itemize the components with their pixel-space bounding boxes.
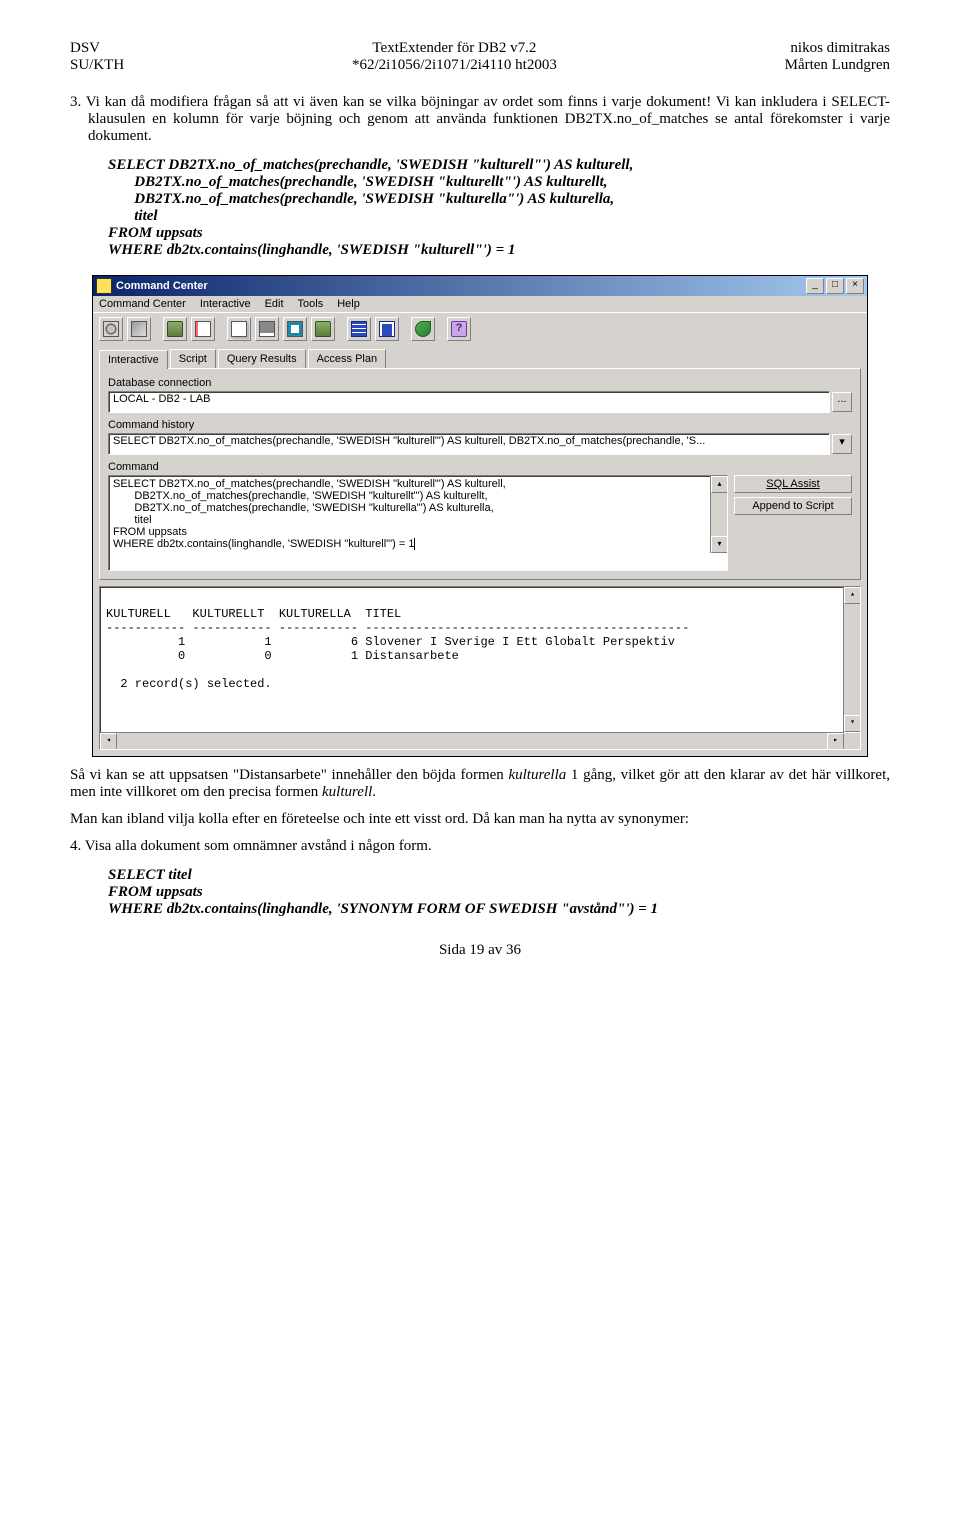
tb-btn-8[interactable] [311,317,335,341]
menu-help[interactable]: Help [337,298,360,310]
tree-icon [287,321,303,337]
tab-interactive[interactable]: Interactive [99,350,168,369]
tb-btn-7[interactable] [283,317,307,341]
titlebar[interactable]: Command Center _ □ × [93,276,867,296]
res-scroll-left-icon[interactable]: ◂ [100,733,117,750]
menu-tools[interactable]: Tools [298,298,324,310]
menu-interactive[interactable]: Interactive [200,298,251,310]
append-to-script-button[interactable]: Append to Script [734,497,852,515]
menu-command-center[interactable]: Command Center [99,298,186,310]
tb-btn-5[interactable] [227,317,251,341]
help-icon: ? [451,321,467,337]
app-icon [96,278,112,294]
gear-icon [103,321,119,337]
toolbar: ? [93,312,867,345]
paragraph-2: Så vi kan se att uppsatsen "Distansarbet… [70,767,890,801]
results-hscrollbar[interactable]: ◂▸ [100,732,844,749]
header-right: nikos dimitrakas Mårten Lundgren [785,40,890,74]
grid-icon [351,321,367,337]
results-panel[interactable]: KULTURELL KULTURELLT KULTURELLA TITEL --… [99,586,861,750]
menubar: Command Center Interactive Edit Tools He… [93,296,867,312]
tab-strip: Interactive Script Query Results Access … [93,345,867,368]
database-icon [167,321,183,337]
minimize-button[interactable]: _ [806,278,824,294]
res-scroll-right-icon[interactable]: ▸ [827,733,844,750]
execute-button[interactable] [99,317,123,341]
scrollbar-corner [844,733,860,749]
command-textarea[interactable]: SELECT DB2TX.no_of_matches(prechandle, '… [108,475,728,571]
tb-btn-10[interactable] [375,317,399,341]
tb-btn-4[interactable] [191,317,215,341]
sql-assist-label: QL Assist [774,478,820,490]
paragraph-3: Man kan ibland vilja kolla efter en före… [70,811,890,828]
paragraph-1: 3. Vi kan då modifiera frågan så att vi … [88,94,890,145]
tb-btn-9[interactable] [347,317,371,341]
sql-assist-button[interactable]: SQL Assist [734,475,852,493]
page-header: DSV SU/KTH TextExtender för DB2 v7.2 *62… [70,40,890,74]
results-text: KULTURELL KULTURELLT KULTURELLA TITEL --… [106,607,689,691]
tb-btn-help[interactable]: ? [447,317,471,341]
doc-icon [195,321,211,337]
results-vscrollbar[interactable]: ▴▾ [843,587,860,732]
header-center: TextExtender för DB2 v7.2 *62/2i1056/2i1… [352,40,557,74]
tb-btn-3[interactable] [163,317,187,341]
label-command-history: Command history [108,419,852,431]
res-scroll-down-icon[interactable]: ▾ [844,715,861,732]
sql-block-1: SELECT DB2TX.no_of_matches(prechandle, '… [108,157,890,259]
scroll-up-icon[interactable]: ▴ [711,476,728,493]
maximize-button[interactable]: □ [826,278,844,294]
copy-icon [231,321,247,337]
board-icon [379,321,395,337]
tb-btn-11[interactable] [411,317,435,341]
tab-script[interactable]: Script [170,349,216,368]
db-connection-field[interactable]: LOCAL - DB2 - LAB [108,391,830,413]
cmd-vscrollbar[interactable]: ▴▾ [710,476,727,553]
menu-edit[interactable]: Edit [265,298,284,310]
label-db-connection: Database connection [108,377,852,389]
command-center-window: Command Center _ □ × Command Center Inte… [92,275,868,757]
res-scroll-up-icon[interactable]: ▴ [844,587,861,604]
header-left: DSV SU/KTH [70,40,124,74]
sql-block-2: SELECT titel FROM uppsats WHERE db2tx.co… [108,867,890,918]
history-dropdown-button[interactable]: ▾ [832,434,852,454]
tb-btn-6[interactable] [255,317,279,341]
tab-query-results[interactable]: Query Results [218,349,306,368]
execute-plan-button[interactable] [127,317,151,341]
gears-icon [131,321,147,337]
leaf-icon [415,321,431,337]
tab-access-plan[interactable]: Access Plan [308,349,387,368]
list-icon [259,321,275,337]
window-title: Command Center [116,280,804,292]
label-command: Command [108,461,852,473]
command-history-combo[interactable]: SELECT DB2TX.no_of_matches(prechandle, '… [108,433,830,455]
command-text: SELECT DB2TX.no_of_matches(prechandle, '… [113,478,506,550]
page-footer: Sida 19 av 36 [70,942,890,959]
db-connection-browse-button[interactable]: ... [832,392,852,412]
db2-icon [315,321,331,337]
close-button[interactable]: × [846,278,864,294]
scroll-down-icon[interactable]: ▾ [711,536,728,553]
text-cursor [414,538,415,550]
interactive-panel: Database connection LOCAL - DB2 - LAB ..… [99,368,861,580]
paragraph-4: 4. Visa alla dokument som omnämner avstå… [88,838,890,855]
